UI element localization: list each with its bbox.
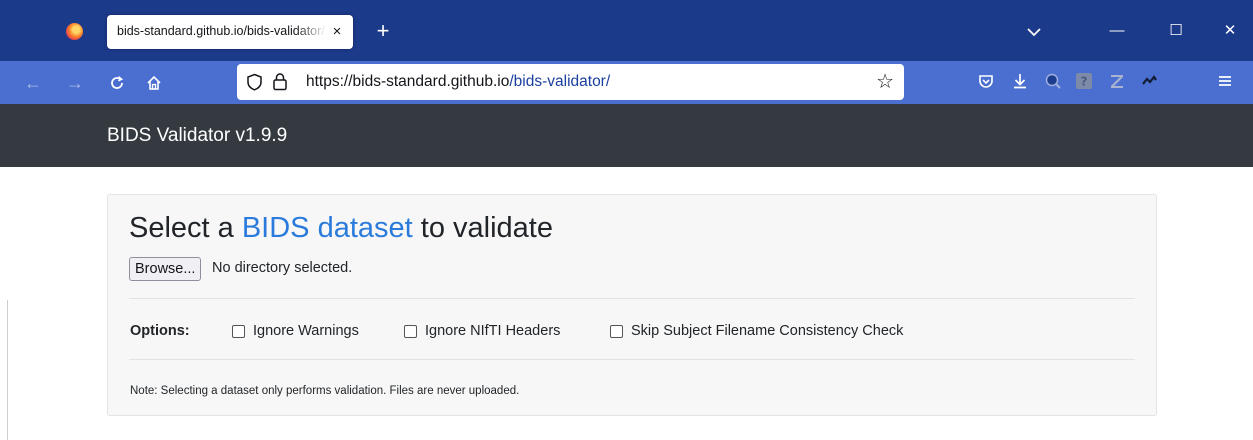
back-button[interactable]: ←	[20, 70, 46, 96]
option-label: Ignore Warnings	[253, 323, 359, 339]
reload-button[interactable]	[104, 70, 130, 96]
new-tab-button[interactable]: +	[371, 17, 395, 45]
list-all-tabs-chevron-icon[interactable]	[1024, 22, 1044, 42]
bids-dataset-link[interactable]: BIDS dataset	[242, 212, 413, 244]
page-edge-line	[7, 300, 8, 440]
tab-close-icon[interactable]: ×	[327, 22, 347, 42]
ignore-nifti-headers-checkbox[interactable]	[404, 324, 417, 338]
validator-card: Select a BIDS dataset to validate Browse…	[107, 194, 1157, 416]
forward-button[interactable]: →	[62, 70, 88, 96]
divider	[129, 359, 1135, 360]
option-skip-subject-filename-check[interactable]: Skip Subject Filename Consistency Check	[610, 322, 903, 340]
url-text[interactable]: https://bids-standard.github.io/bids-val…	[306, 73, 610, 91]
site-brand[interactable]: BIDS Validator v1.9.9	[107, 125, 287, 147]
options-label: Options:	[130, 323, 190, 339]
url-path: /bids-validator/	[509, 73, 611, 90]
search-extension-icon[interactable]	[1041, 69, 1065, 93]
browse-button[interactable]: Browse...	[129, 257, 202, 281]
extension-chevron-icon[interactable]	[1137, 69, 1161, 93]
address-bar[interactable]: https://bids-standard.github.io/bids-val…	[237, 64, 904, 100]
active-tab[interactable]: bids-standard.github.io/bids-validator/ …	[107, 15, 353, 49]
ignore-warnings-checkbox[interactable]	[232, 324, 245, 338]
app-menu-icon[interactable]	[1213, 69, 1237, 93]
heading-suffix: to validate	[412, 212, 553, 244]
maximize-button[interactable]: ☐	[1163, 18, 1189, 44]
heading-prefix: Select a	[129, 212, 242, 244]
pocket-icon[interactable]	[974, 69, 998, 93]
help-extension-icon[interactable]: ?	[1072, 69, 1096, 93]
tab-title: bids-standard.github.io/bids-validator/	[117, 24, 325, 38]
firefox-logo-icon[interactable]	[66, 23, 83, 40]
file-status-text: No directory selected.	[212, 260, 353, 276]
option-ignore-nifti-headers[interactable]: Ignore NIfTI Headers	[404, 322, 560, 340]
divider	[129, 298, 1135, 299]
skip-subject-filename-check-checkbox[interactable]	[610, 324, 623, 338]
home-button[interactable]	[141, 70, 167, 96]
close-window-button[interactable]: ✕	[1217, 18, 1243, 44]
browser-tab-bar: bids-standard.github.io/bids-validator/ …	[0, 0, 1253, 61]
lock-icon[interactable]	[272, 72, 288, 96]
downloads-icon[interactable]	[1008, 69, 1032, 93]
svg-text:?: ?	[1081, 75, 1088, 89]
option-label: Ignore NIfTI Headers	[425, 323, 561, 339]
option-ignore-warnings[interactable]: Ignore Warnings	[232, 322, 359, 340]
bookmark-star-icon[interactable]: ☆	[876, 71, 894, 93]
zotero-icon[interactable]	[1105, 69, 1129, 93]
option-label: Skip Subject Filename Consistency Check	[631, 323, 904, 339]
upload-note: Note: Selecting a dataset only performs …	[130, 385, 520, 397]
tracking-protection-shield-icon[interactable]	[246, 73, 263, 96]
site-header: BIDS Validator v1.9.9	[0, 104, 1253, 167]
page-heading: Select a BIDS dataset to validate	[129, 212, 553, 245]
minimize-button[interactable]: —	[1104, 18, 1130, 44]
url-host: https://bids-standard.github.io	[306, 73, 510, 90]
